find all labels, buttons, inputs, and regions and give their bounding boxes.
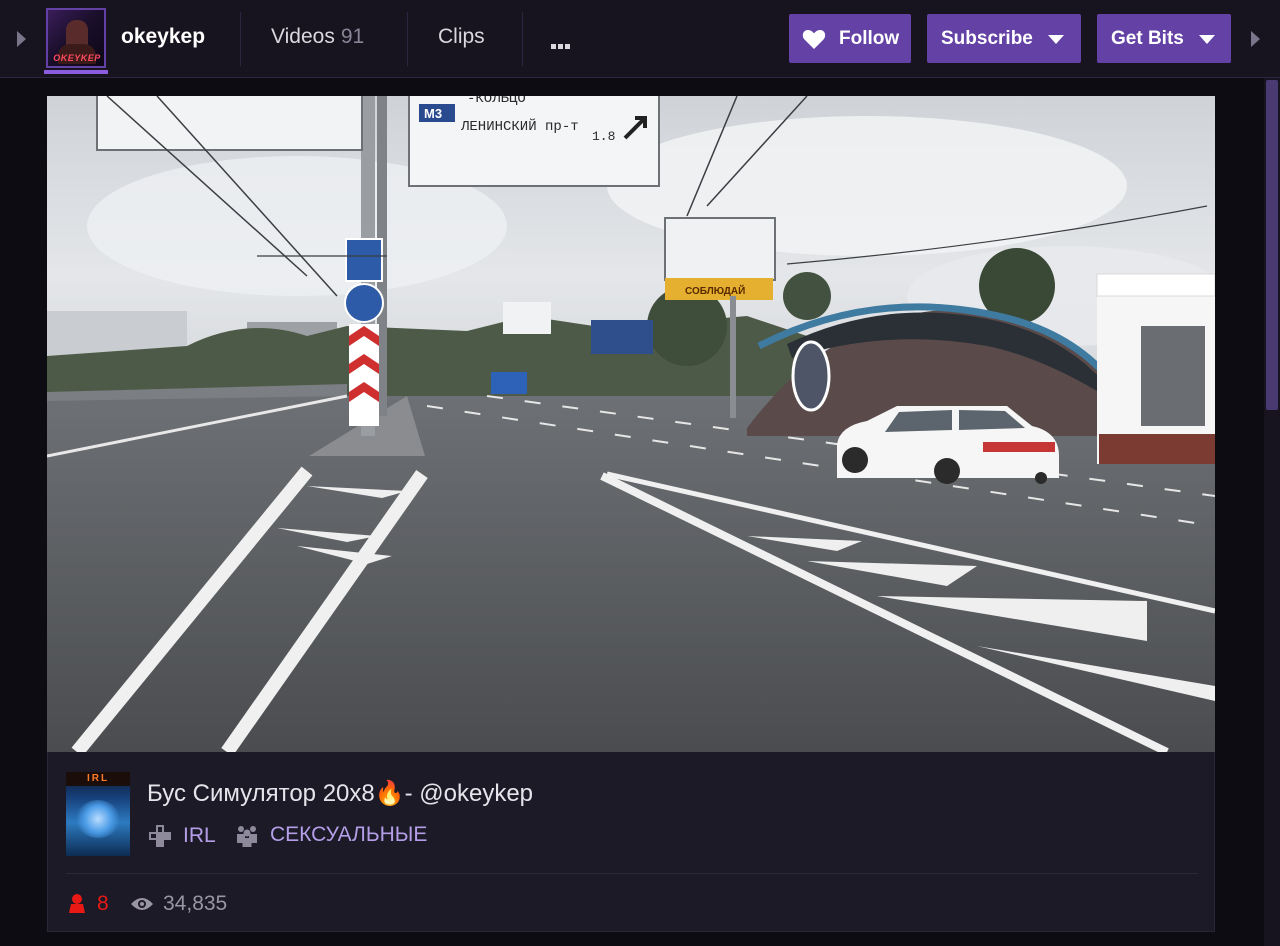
box-art-glow	[76, 800, 120, 838]
sign-top-line: -КОЛЬЦО	[467, 96, 526, 107]
caret-down-icon	[1048, 35, 1064, 44]
sign-route-badge: М3	[424, 106, 442, 121]
box-art-label: IRL	[86, 773, 110, 784]
game-box-art[interactable]: IRL	[66, 772, 130, 856]
tag-community[interactable]: СЕКСУАЛЬНЫЕ	[234, 823, 427, 847]
tab-videos-label: Videos	[271, 25, 335, 48]
tag-game-label: IRL	[183, 824, 216, 847]
get-bits-button[interactable]: Get Bits	[1097, 14, 1231, 63]
tab-clips[interactable]: Clips	[438, 25, 485, 49]
scrollbar-thumb[interactable]	[1266, 80, 1278, 410]
avatar-active-indicator	[44, 70, 108, 74]
people-icon	[237, 826, 257, 847]
gamepad-icon	[149, 825, 171, 847]
sign-distance: 1.8	[592, 129, 615, 144]
follow-label: Follow	[839, 27, 900, 49]
follow-button[interactable]: Follow	[789, 14, 911, 63]
stream-title: Бус Симулятор 20х8🔥- @okeykep	[147, 780, 534, 807]
viewer-count: 8	[66, 892, 109, 916]
channel-name[interactable]: okeykep	[121, 25, 205, 49]
avatar-logo: OKEYKEP	[53, 53, 101, 63]
channel-header: OKEYKEP okeykep Videos 91 Clips Follow Su…	[0, 0, 1280, 78]
view-count: 34,835	[130, 892, 227, 916]
video-player[interactable]: М3 -КОЛЬЦО ЛЕНИНСКИЙ пр-т 1.8 СОБЛЮДАЙ	[47, 96, 1215, 752]
subscribe-label: Subscribe	[941, 27, 1033, 49]
chevron-left-icon[interactable]	[17, 31, 26, 47]
nav-divider	[522, 12, 523, 66]
view-count-value: 34,835	[163, 892, 228, 915]
tag-community-label: СЕКСУАЛЬНЫЕ	[270, 823, 428, 846]
nav-divider	[240, 12, 241, 66]
viewer-icon	[69, 894, 85, 913]
more-dots-icon[interactable]	[551, 36, 572, 54]
caret-down-icon	[1199, 35, 1215, 44]
nav-divider	[407, 12, 408, 66]
chevron-right-icon[interactable]	[1251, 31, 1260, 47]
tag-game[interactable]: IRL	[147, 823, 216, 849]
billboard-text: СОБЛЮДАЙ	[685, 284, 745, 297]
heart-icon	[802, 29, 826, 49]
sign-route-text: ЛЕНИНСКИЙ пр-т	[460, 118, 579, 135]
info-divider	[66, 873, 1198, 874]
tab-videos[interactable]: Videos 91	[271, 25, 364, 49]
viewer-count-value: 8	[97, 892, 109, 915]
stream-info: IRL Бус Симулятор 20х8🔥- @okeykep IRL СЕ…	[47, 752, 1215, 932]
tab-clips-label: Clips	[438, 25, 485, 48]
video-frame: М3 -КОЛЬЦО ЛЕНИНСКИЙ пр-т 1.8 СОБЛЮДАЙ	[47, 96, 1215, 752]
get-bits-label: Get Bits	[1111, 27, 1184, 49]
channel-avatar[interactable]: OKEYKEP	[46, 8, 106, 68]
subscribe-button[interactable]: Subscribe	[927, 14, 1081, 63]
tab-videos-count: 91	[340, 25, 365, 48]
eye-icon	[131, 898, 153, 910]
